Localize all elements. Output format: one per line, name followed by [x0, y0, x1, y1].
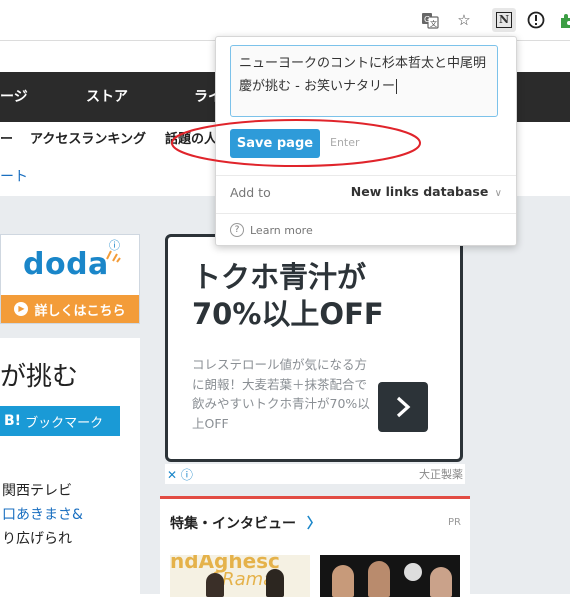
person-figure — [332, 565, 354, 597]
ad-sponsor: 大正製薬 — [419, 468, 463, 481]
chevron-down-icon: ∨ — [494, 188, 502, 199]
info-circle-icon[interactable] — [524, 8, 548, 32]
nav-item-page[interactable]: ージ — [0, 72, 28, 122]
article-title: が挑む — [0, 362, 79, 392]
ad-headline: トクホ青汁が 70%以上OFF — [192, 259, 384, 333]
feature-thumbnail[interactable]: ndAghesc f Rama — [170, 555, 310, 597]
article-link[interactable]: 口あきまさ& — [2, 504, 83, 524]
feature-title-label: 特集・インタビュー — [170, 516, 296, 532]
bookmark-label: ブックマーク — [25, 415, 104, 431]
skull-emblem-icon — [404, 563, 422, 581]
chevron-right-icon: 〉 — [306, 516, 321, 532]
ad-headline-line2: 70%以上OFF — [192, 297, 384, 331]
breadcrumb-link[interactable]: ート — [0, 166, 28, 186]
subnav-item-prev[interactable]: ー — [0, 122, 13, 158]
doda-cta-label: 詳しくはこちら — [34, 303, 126, 319]
feature-thumbnail[interactable] — [320, 555, 460, 597]
article-line: 関西テレビ — [2, 483, 72, 499]
person-figure — [430, 567, 452, 597]
chevron-right-icon — [396, 396, 411, 418]
pr-label: PR — [448, 517, 461, 528]
doda-sparkle-icon — [106, 250, 121, 263]
doda-ad-banner[interactable]: doda ⓘ ▶ 詳しくはこちら — [0, 234, 140, 324]
svg-text:文: 文 — [430, 19, 437, 28]
article-card: が挑む B! ブックマーク 関西テレビ 口あきまさ& り広げられ — [0, 338, 140, 594]
help-icon: ? — [230, 223, 244, 237]
database-select-value: New links database — [350, 184, 489, 199]
database-select[interactable]: New links database ∨ — [351, 184, 502, 199]
star-icon[interactable]: ☆ — [452, 8, 476, 32]
subnav-item-ranking[interactable]: アクセスランキング — [30, 122, 146, 158]
hatena-bookmark-button[interactable]: B! ブックマーク — [0, 406, 120, 436]
learn-more-link[interactable]: ? Learn more — [230, 223, 313, 237]
feature-title[interactable]: 特集・インタビュー 〉 — [170, 513, 321, 533]
adchoices-icon[interactable]: ✕ ⓘ — [167, 466, 193, 483]
doda-logo: doda — [23, 247, 109, 282]
person-figure — [206, 573, 224, 597]
feature-section: 特集・インタビュー 〉 PR ndAghesc f Rama — [160, 496, 470, 597]
divider — [216, 213, 516, 214]
play-icon: ▶ — [14, 302, 29, 316]
notion-logo: N — [496, 12, 512, 28]
learn-more-label: Learn more — [250, 223, 313, 237]
person-figure — [368, 561, 390, 597]
person-figure — [266, 569, 284, 597]
annotation-ellipse — [171, 119, 421, 167]
article-line: り広げられ — [2, 531, 72, 547]
browser-toolbar: G文 ☆ N — [0, 0, 570, 41]
nav-item-store[interactable]: ストア — [86, 72, 128, 122]
divider — [216, 175, 516, 176]
ad-body-text: コレステロール値が気になる方に朗報！大麦若葉＋抹茶配合で飲みやすいトクホ青汁が7… — [192, 357, 370, 431]
text-cursor — [395, 79, 397, 94]
page-title-value: ニューヨークのコントに杉本哲太と中尾明慶が挑む - お笑いナタリー — [239, 56, 487, 94]
page-title-input[interactable]: ニューヨークのコントに杉本哲太と中尾明慶が挑む - お笑いナタリー — [230, 45, 498, 117]
hatena-b-icon: B! — [4, 413, 22, 429]
ad-next-arrow-button[interactable] — [378, 382, 428, 432]
ad-headline-line1: トクホ青汁が — [192, 260, 367, 294]
add-to-label: Add to — [230, 185, 271, 200]
aojiru-ad-banner[interactable]: トクホ青汁が 70%以上OFF コレステロール値が気になる方に朗報！大麦若葉＋抹… — [165, 234, 463, 462]
doda-cta-button[interactable]: ▶ 詳しくはこちら — [1, 295, 139, 323]
ad-footer: ✕ ⓘ 大正製薬 — [165, 464, 465, 484]
translate-icon[interactable]: G文 — [418, 8, 442, 32]
puzzle-extension-icon[interactable] — [554, 8, 570, 32]
notion-extension-icon[interactable]: N — [492, 8, 516, 32]
